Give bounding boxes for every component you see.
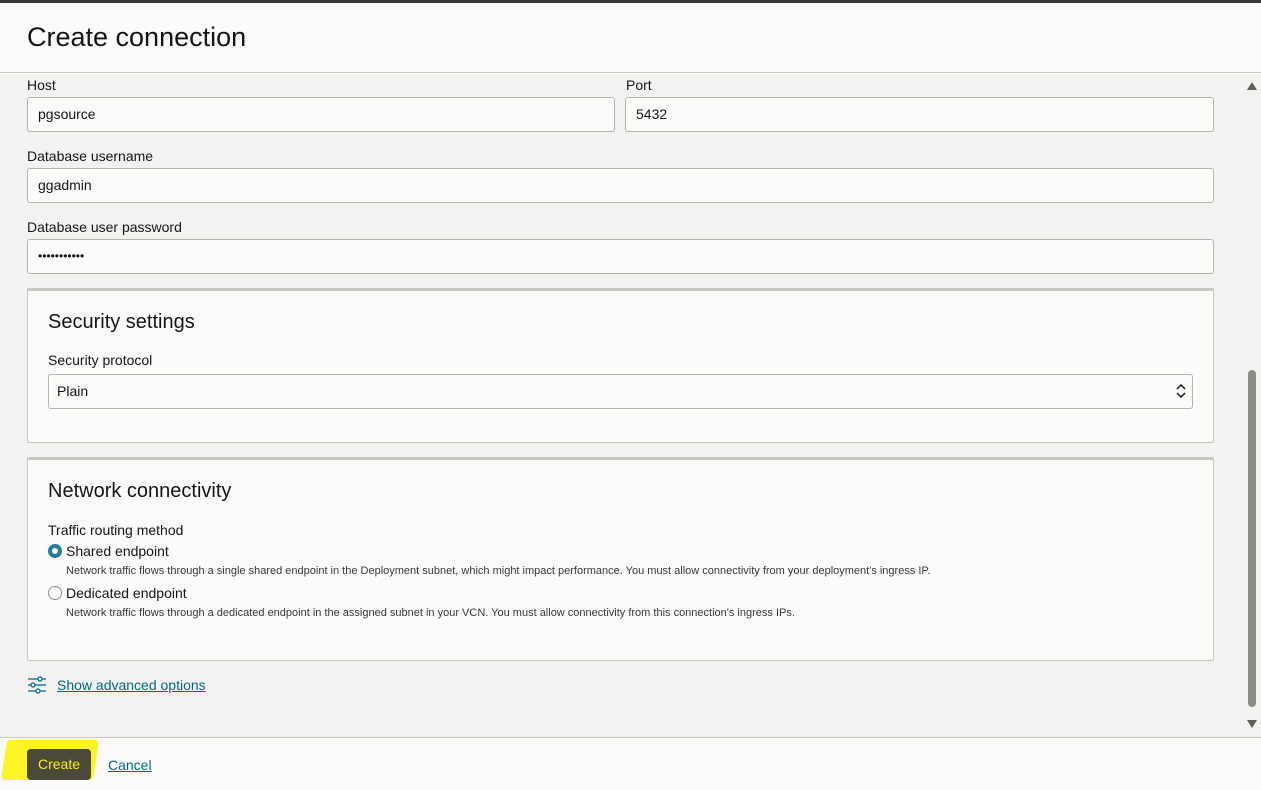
security-protocol-value: Plain <box>57 383 89 399</box>
scroll-up-arrow-icon[interactable] <box>1247 82 1257 90</box>
chevron-up-down-icon <box>1176 383 1186 399</box>
traffic-routing-label: Traffic routing method <box>48 522 184 538</box>
dedicated-endpoint-radio[interactable] <box>48 586 62 600</box>
shared-endpoint-radio[interactable] <box>48 544 62 558</box>
vertical-scrollbar[interactable] <box>1242 74 1261 737</box>
db-username-input[interactable]: ggadmin <box>27 168 1214 203</box>
network-connectivity-panel: Network connectivity Traffic routing met… <box>27 457 1214 661</box>
shared-endpoint-label[interactable]: Shared endpoint <box>66 543 169 559</box>
db-password-input[interactable]: ••••••••••• <box>27 239 1214 274</box>
security-settings-panel: Security settings Security protocol Plai… <box>27 288 1214 443</box>
shared-endpoint-description: Network traffic flows through a single s… <box>66 565 931 577</box>
dialog-header: Create connection <box>0 3 1261 73</box>
create-button[interactable]: Create <box>27 749 91 780</box>
scroll-down-arrow-icon[interactable] <box>1247 720 1257 728</box>
network-connectivity-title: Network connectivity <box>48 480 232 502</box>
security-settings-title: Security settings <box>48 311 195 333</box>
db-username-label: Database username <box>27 148 154 164</box>
scrollbar-thumb[interactable] <box>1248 370 1256 707</box>
show-advanced-options-link[interactable]: Show advanced options <box>57 677 206 693</box>
port-input[interactable]: 5432 <box>625 97 1214 132</box>
dedicated-endpoint-description: Network traffic flows through a dedicate… <box>66 607 795 619</box>
sliders-icon[interactable] <box>27 675 47 695</box>
host-input[interactable]: pgsource <box>27 97 615 132</box>
page-title: Create connection <box>27 22 247 52</box>
dedicated-endpoint-label[interactable]: Dedicated endpoint <box>66 585 187 601</box>
db-password-label: Database user password <box>27 219 182 235</box>
cancel-link[interactable]: Cancel <box>108 757 152 773</box>
dialog-footer: Create Cancel <box>0 737 1261 790</box>
dialog-body: Host pgsource Port 5432 Database usernam… <box>0 74 1242 737</box>
host-label: Host <box>27 77 56 93</box>
security-protocol-select[interactable]: Plain <box>48 374 1193 409</box>
security-protocol-label: Security protocol <box>48 352 153 368</box>
port-label: Port <box>626 77 652 93</box>
